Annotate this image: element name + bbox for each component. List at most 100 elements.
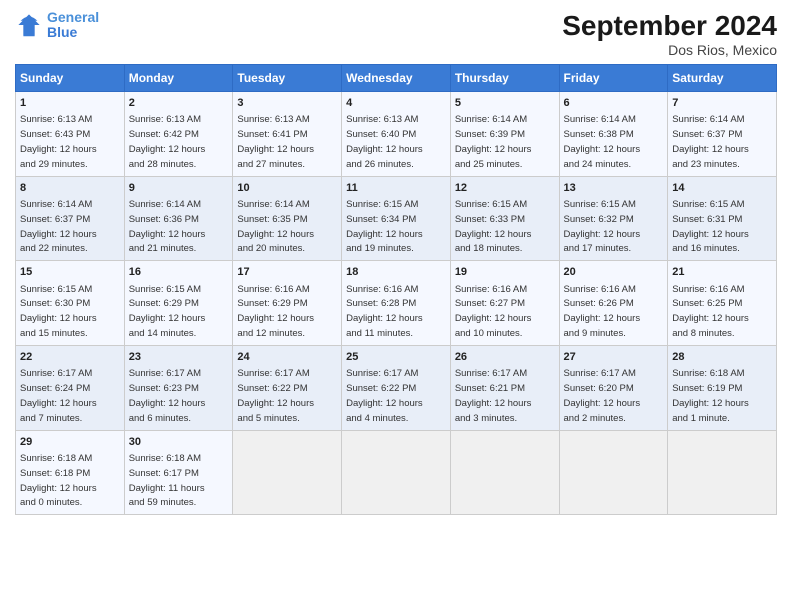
day-number: 4 (346, 96, 446, 111)
table-row: 2Sunrise: 6:13 AMSunset: 6:42 PMDaylight… (124, 92, 233, 177)
calendar-week-row: 8Sunrise: 6:14 AMSunset: 6:37 PMDaylight… (16, 176, 777, 261)
day-info: Sunrise: 6:18 AMSunset: 6:19 PMDaylight:… (672, 368, 749, 423)
header-row: General Blue September 2024 Dos Rios, Me… (15, 10, 777, 58)
day-number: 30 (129, 435, 229, 450)
day-number: 8 (20, 181, 120, 196)
day-number: 6 (564, 96, 664, 111)
table-row (668, 430, 777, 515)
logo-text: General Blue (47, 10, 99, 41)
day-info: Sunrise: 6:14 AMSunset: 6:39 PMDaylight:… (455, 114, 532, 169)
day-number: 5 (455, 96, 555, 111)
day-number: 17 (237, 265, 337, 280)
day-info: Sunrise: 6:13 AMSunset: 6:40 PMDaylight:… (346, 114, 423, 169)
table-row: 27 Sunrise: 6:17 AMSunset: 6:20 PMDayligh… (559, 345, 668, 430)
day-info: Sunrise: 6:18 AMSunset: 6:17 PMDaylight:… (129, 453, 205, 508)
day-info: Sunrise: 6:15 AMSunset: 6:31 PMDaylight:… (672, 199, 749, 254)
day-number: 29 (20, 435, 120, 450)
day-number: 20 (564, 265, 664, 280)
day-info: Sunrise: 6:15 AMSunset: 6:33 PMDaylight:… (455, 199, 532, 254)
day-number: 25 (346, 350, 446, 365)
table-row: 10 Sunrise: 6:14 AMSunset: 6:35 PMDayligh… (233, 176, 342, 261)
table-row: 17 Sunrise: 6:16 AMSunset: 6:29 PMDayligh… (233, 261, 342, 346)
day-number: 23 (129, 350, 229, 365)
table-row: 13Sunrise: 6:15 AMSunset: 6:32 PMDayligh… (559, 176, 668, 261)
logo-line2: Blue (47, 24, 77, 40)
day-info: Sunrise: 6:16 AMSunset: 6:26 PMDaylight:… (564, 284, 641, 339)
calendar-week-row: 29 Sunrise: 6:18 AMSunset: 6:18 PMDayligh… (16, 430, 777, 515)
header-monday: Monday (124, 65, 233, 92)
day-number: 9 (129, 181, 229, 196)
table-row: 12 Sunrise: 6:15 AMSunset: 6:33 PMDayligh… (450, 176, 559, 261)
table-row (450, 430, 559, 515)
day-number: 7 (672, 96, 772, 111)
table-row: 11 Sunrise: 6:15 AMSunset: 6:34 PMDayligh… (342, 176, 451, 261)
table-row (233, 430, 342, 515)
table-row: 25Sunrise: 6:17 AMSunset: 6:22 PMDayligh… (342, 345, 451, 430)
month-title: September 2024 (562, 10, 777, 42)
calendar-table: Sunday Monday Tuesday Wednesday Thursday… (15, 64, 777, 515)
table-row (559, 430, 668, 515)
day-info: Sunrise: 6:15 AMSunset: 6:30 PMDaylight:… (20, 284, 97, 339)
table-row: 14 Sunrise: 6:15 AMSunset: 6:31 PMDayligh… (668, 176, 777, 261)
location: Dos Rios, Mexico (562, 42, 777, 58)
table-row: 21 Sunrise: 6:16 AMSunset: 6:25 PMDayligh… (668, 261, 777, 346)
day-info: Sunrise: 6:17 AMSunset: 6:20 PMDaylight:… (564, 368, 641, 423)
calendar-header-row: Sunday Monday Tuesday Wednesday Thursday… (16, 65, 777, 92)
title-block: September 2024 Dos Rios, Mexico (562, 10, 777, 58)
day-number: 1 (20, 96, 120, 111)
day-info: Sunrise: 6:14 AMSunset: 6:36 PMDaylight:… (129, 199, 206, 254)
day-info: Sunrise: 6:14 AMSunset: 6:38 PMDaylight:… (564, 114, 641, 169)
day-number: 11 (346, 181, 446, 196)
table-row: 23 Sunrise: 6:17 AMSunset: 6:23 PMDayligh… (124, 345, 233, 430)
day-info: Sunrise: 6:16 AMSunset: 6:25 PMDaylight:… (672, 284, 749, 339)
day-number: 24 (237, 350, 337, 365)
day-number: 13 (564, 181, 664, 196)
table-row: 16 Sunrise: 6:15 AMSunset: 6:29 PMDayligh… (124, 261, 233, 346)
header-tuesday: Tuesday (233, 65, 342, 92)
table-row: 4 Sunrise: 6:13 AMSunset: 6:40 PMDaylight… (342, 92, 451, 177)
day-number: 18 (346, 265, 446, 280)
day-info: Sunrise: 6:16 AMSunset: 6:28 PMDaylight:… (346, 284, 423, 339)
header-friday: Friday (559, 65, 668, 92)
day-number: 21 (672, 265, 772, 280)
day-info: Sunrise: 6:17 AMSunset: 6:23 PMDaylight:… (129, 368, 206, 423)
day-number: 2 (129, 96, 229, 111)
day-info: Sunrise: 6:17 AMSunset: 6:22 PMDaylight:… (237, 368, 314, 423)
day-info: Sunrise: 6:14 AMSunset: 6:37 PMDaylight:… (672, 114, 749, 169)
day-info: Sunrise: 6:17 AMSunset: 6:24 PMDaylight:… (20, 368, 97, 423)
day-info: Sunrise: 6:14 AMSunset: 6:35 PMDaylight:… (237, 199, 314, 254)
day-number: 19 (455, 265, 555, 280)
table-row: 22 Sunrise: 6:17 AMSunset: 6:24 PMDayligh… (16, 345, 125, 430)
day-number: 12 (455, 181, 555, 196)
table-row: 3Sunrise: 6:13 AMSunset: 6:41 PMDaylight… (233, 92, 342, 177)
header-thursday: Thursday (450, 65, 559, 92)
logo-line1: General (47, 9, 99, 25)
day-number: 26 (455, 350, 555, 365)
table-row: 8Sunrise: 6:14 AMSunset: 6:37 PMDaylight… (16, 176, 125, 261)
page-container: General Blue September 2024 Dos Rios, Me… (0, 0, 792, 525)
day-number: 10 (237, 181, 337, 196)
day-number: 16 (129, 265, 229, 280)
table-row: 6 Sunrise: 6:14 AMSunset: 6:38 PMDaylight… (559, 92, 668, 177)
day-number: 15 (20, 265, 120, 280)
logo: General Blue (15, 10, 99, 41)
table-row: 19Sunrise: 6:16 AMSunset: 6:27 PMDayligh… (450, 261, 559, 346)
day-info: Sunrise: 6:18 AMSunset: 6:18 PMDaylight:… (20, 453, 97, 508)
day-number: 28 (672, 350, 772, 365)
day-info: Sunrise: 6:15 AMSunset: 6:34 PMDaylight:… (346, 199, 423, 254)
calendar-week-row: 22 Sunrise: 6:17 AMSunset: 6:24 PMDayligh… (16, 345, 777, 430)
table-row (342, 430, 451, 515)
day-number: 14 (672, 181, 772, 196)
table-row: 30 Sunrise: 6:18 AMSunset: 6:17 PMDayligh… (124, 430, 233, 515)
table-row: 5 Sunrise: 6:14 AMSunset: 6:39 PMDaylight… (450, 92, 559, 177)
day-number: 22 (20, 350, 120, 365)
table-row: 29 Sunrise: 6:18 AMSunset: 6:18 PMDayligh… (16, 430, 125, 515)
day-info: Sunrise: 6:17 AMSunset: 6:21 PMDaylight:… (455, 368, 532, 423)
day-number: 27 (564, 350, 664, 365)
day-number: 3 (237, 96, 337, 111)
day-info: Sunrise: 6:15 AMSunset: 6:29 PMDaylight:… (129, 284, 206, 339)
table-row: 9 Sunrise: 6:14 AMSunset: 6:36 PMDaylight… (124, 176, 233, 261)
table-row: 24 Sunrise: 6:17 AMSunset: 6:22 PMDayligh… (233, 345, 342, 430)
day-info: Sunrise: 6:13 AMSunset: 6:43 PMDaylight:… (20, 114, 97, 169)
day-info: Sunrise: 6:16 AMSunset: 6:29 PMDaylight:… (237, 284, 314, 339)
